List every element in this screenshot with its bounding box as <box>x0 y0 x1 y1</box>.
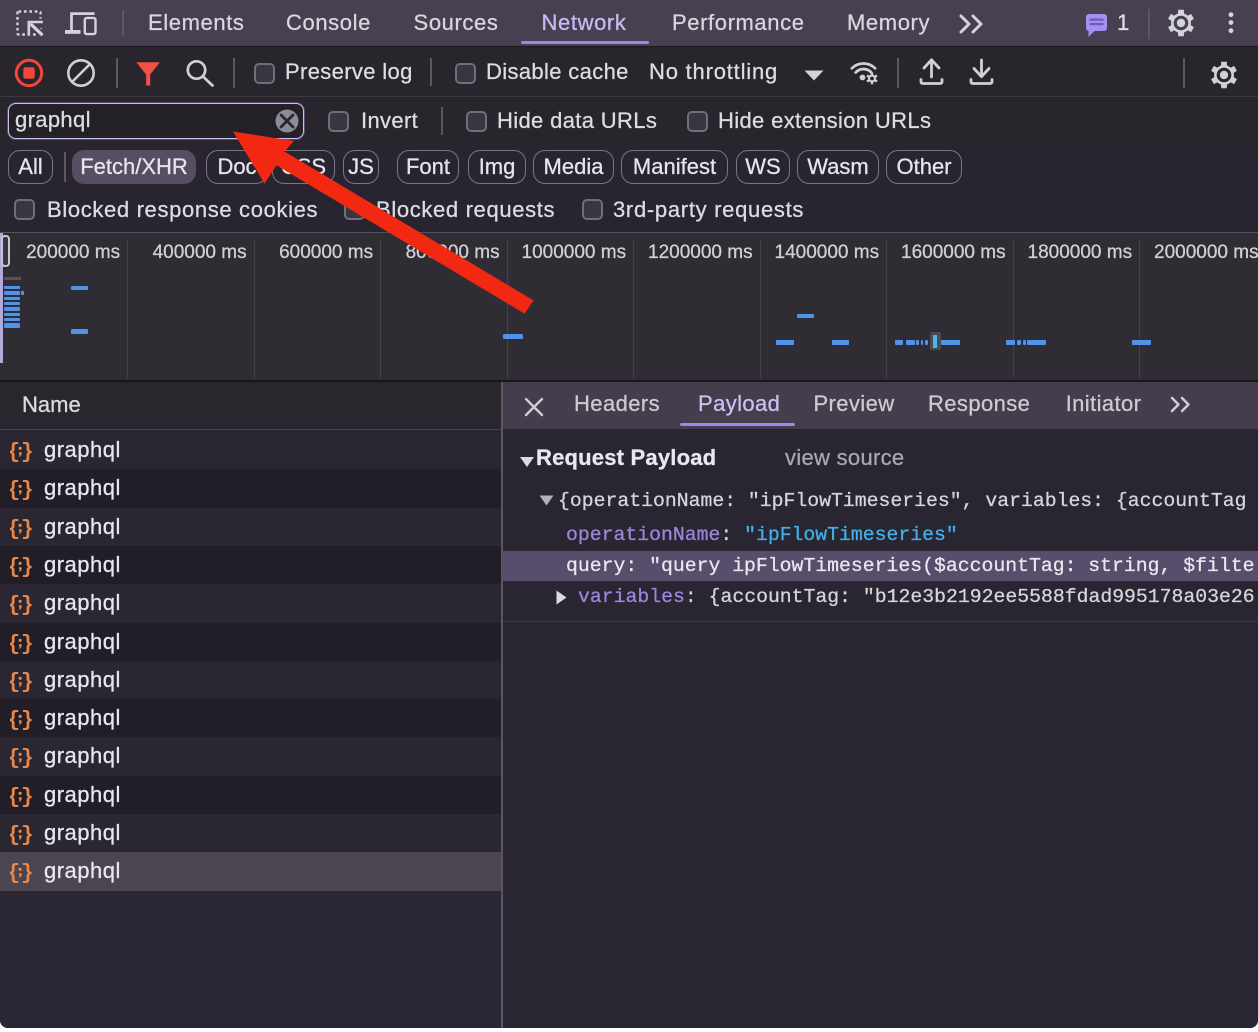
svg-text:}: } <box>21 518 32 539</box>
svg-text:{: { <box>10 556 20 577</box>
svg-text:{: { <box>10 748 20 769</box>
svg-text:{: { <box>10 671 20 692</box>
svg-text:{: { <box>10 863 20 884</box>
svg-text:{: { <box>10 442 20 463</box>
svg-text:}: } <box>21 825 32 846</box>
svg-text:{: { <box>10 595 20 616</box>
svg-text:{: { <box>10 480 20 501</box>
svg-text:{: { <box>10 710 20 731</box>
svg-text:}: } <box>21 748 32 769</box>
svg-text:}: } <box>21 786 32 807</box>
svg-text:{: { <box>10 825 20 846</box>
svg-text:}: } <box>21 671 32 692</box>
svg-text:}: } <box>21 442 32 463</box>
svg-text:}: } <box>21 863 32 884</box>
svg-text:}: } <box>21 595 32 616</box>
svg-text:}: } <box>21 710 32 731</box>
svg-text:}: } <box>21 633 32 654</box>
svg-text:}: } <box>21 480 32 501</box>
svg-text:{: { <box>10 786 20 807</box>
svg-text:{: { <box>10 518 20 539</box>
svg-text:{: { <box>10 633 20 654</box>
svg-text:}: } <box>21 556 32 577</box>
